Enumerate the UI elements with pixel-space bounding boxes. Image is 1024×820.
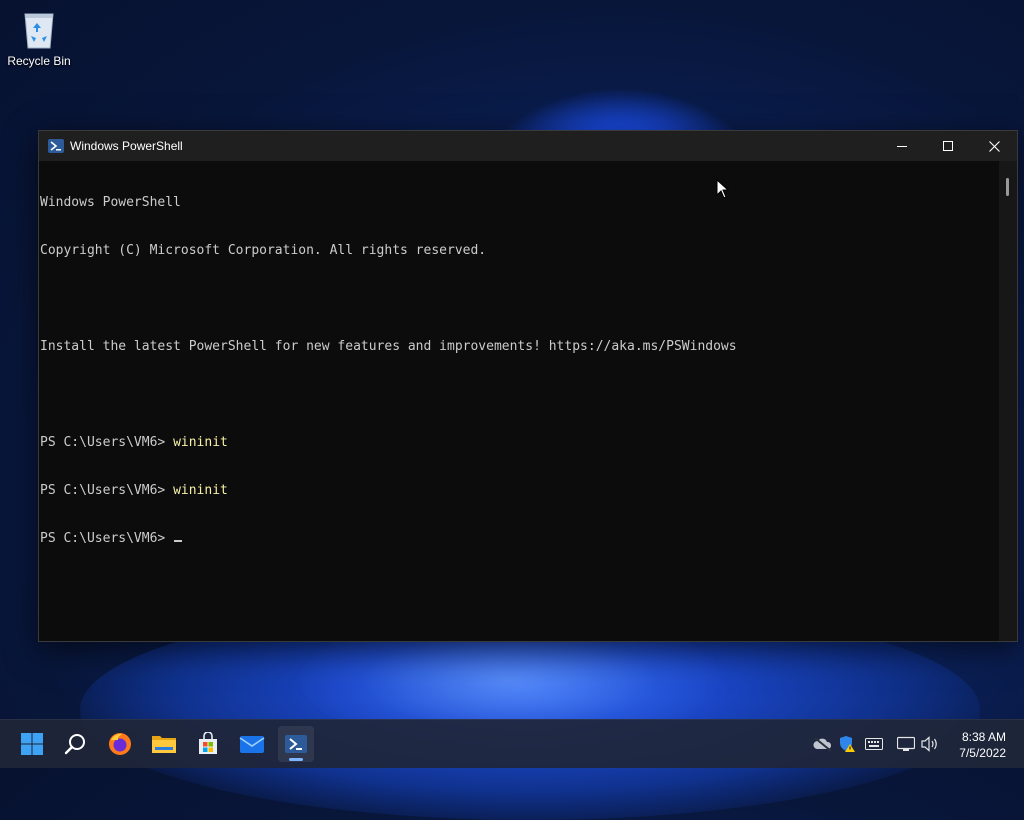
tray-security[interactable]: [836, 720, 858, 768]
prompt: PS C:\Users\VM6>: [40, 531, 174, 546]
store-icon: [199, 732, 217, 754]
folder-icon: [152, 736, 176, 753]
search-icon: [64, 734, 85, 755]
mail-icon: [239, 736, 265, 753]
recycle-bin-icon: [24, 13, 54, 49]
taskbar-app-powershell[interactable]: [278, 726, 314, 762]
powershell-icon: [48, 139, 64, 153]
console-prompt-line: PS C:\Users\VM6>: [40, 531, 999, 547]
console-line: Copyright (C) Microsoft Corporation. All…: [40, 243, 487, 258]
desktop-icon-recycle-bin[interactable]: Recycle Bin: [4, 6, 74, 68]
clock-date: 7/5/2022: [959, 746, 1006, 760]
minimize-icon: [897, 146, 907, 147]
console-output[interactable]: Windows PowerShell Copyright (C) Microso…: [39, 161, 999, 641]
volume-icon: [921, 736, 937, 752]
mouse-pointer-icon: [716, 179, 730, 199]
console-line: Install the latest PowerShell for new fe…: [40, 339, 737, 354]
start-button[interactable]: [14, 726, 50, 762]
taskbar-app-file-explorer[interactable]: [146, 726, 182, 762]
active-app-indicator: [289, 758, 303, 761]
network-icon: [897, 736, 915, 751]
close-button[interactable]: [971, 131, 1017, 161]
clock-time: 8:38 AM: [961, 730, 1006, 744]
security-warning-icon: [840, 736, 855, 752]
windows-start-icon: [21, 733, 43, 755]
prompt: PS C:\Users\VM6>: [40, 435, 174, 450]
maximize-icon: [943, 141, 953, 151]
close-icon: [988, 140, 1000, 152]
taskbar: 8:38 AM 7/5/2022: [0, 719, 1024, 768]
desktop-icon-label: Recycle Bin: [7, 54, 71, 68]
text-cursor: [174, 540, 183, 542]
title-bar[interactable]: Windows PowerShell: [39, 131, 1017, 161]
tray-volume[interactable]: [919, 720, 941, 768]
console-prompt-line: PS C:\Users\VM6> wininit: [40, 435, 999, 451]
console-line: Windows PowerShell: [40, 195, 181, 210]
powershell-window[interactable]: Windows PowerShell Windows PowerShell Co…: [38, 130, 1018, 642]
taskbar-app-firefox[interactable]: [102, 726, 138, 762]
vertical-scrollbar[interactable]: [999, 161, 1017, 641]
console-prompt-line: PS C:\Users\VM6> wininit: [40, 483, 999, 499]
keyboard-icon: [865, 738, 883, 750]
window-title: Windows PowerShell: [70, 139, 183, 153]
taskbar-app-microsoft-store[interactable]: [190, 726, 226, 762]
firefox-icon: [109, 733, 131, 755]
powershell-icon: [285, 735, 307, 753]
prompt: PS C:\Users\VM6>: [40, 483, 174, 498]
maximize-button[interactable]: [925, 131, 971, 161]
tray-network[interactable]: [895, 720, 917, 768]
search-button[interactable]: [58, 726, 94, 762]
minimize-button[interactable]: [879, 131, 925, 161]
tray-onedrive[interactable]: [812, 720, 834, 768]
scrollbar-thumb[interactable]: [1006, 178, 1009, 196]
taskbar-clock[interactable]: 8:38 AM 7/5/2022: [959, 729, 1006, 761]
tray-keyboard[interactable]: [863, 720, 885, 768]
taskbar-app-mail[interactable]: [234, 726, 270, 762]
command: wininit: [173, 483, 228, 498]
command: wininit: [173, 435, 228, 450]
onedrive-icon: [813, 737, 832, 752]
